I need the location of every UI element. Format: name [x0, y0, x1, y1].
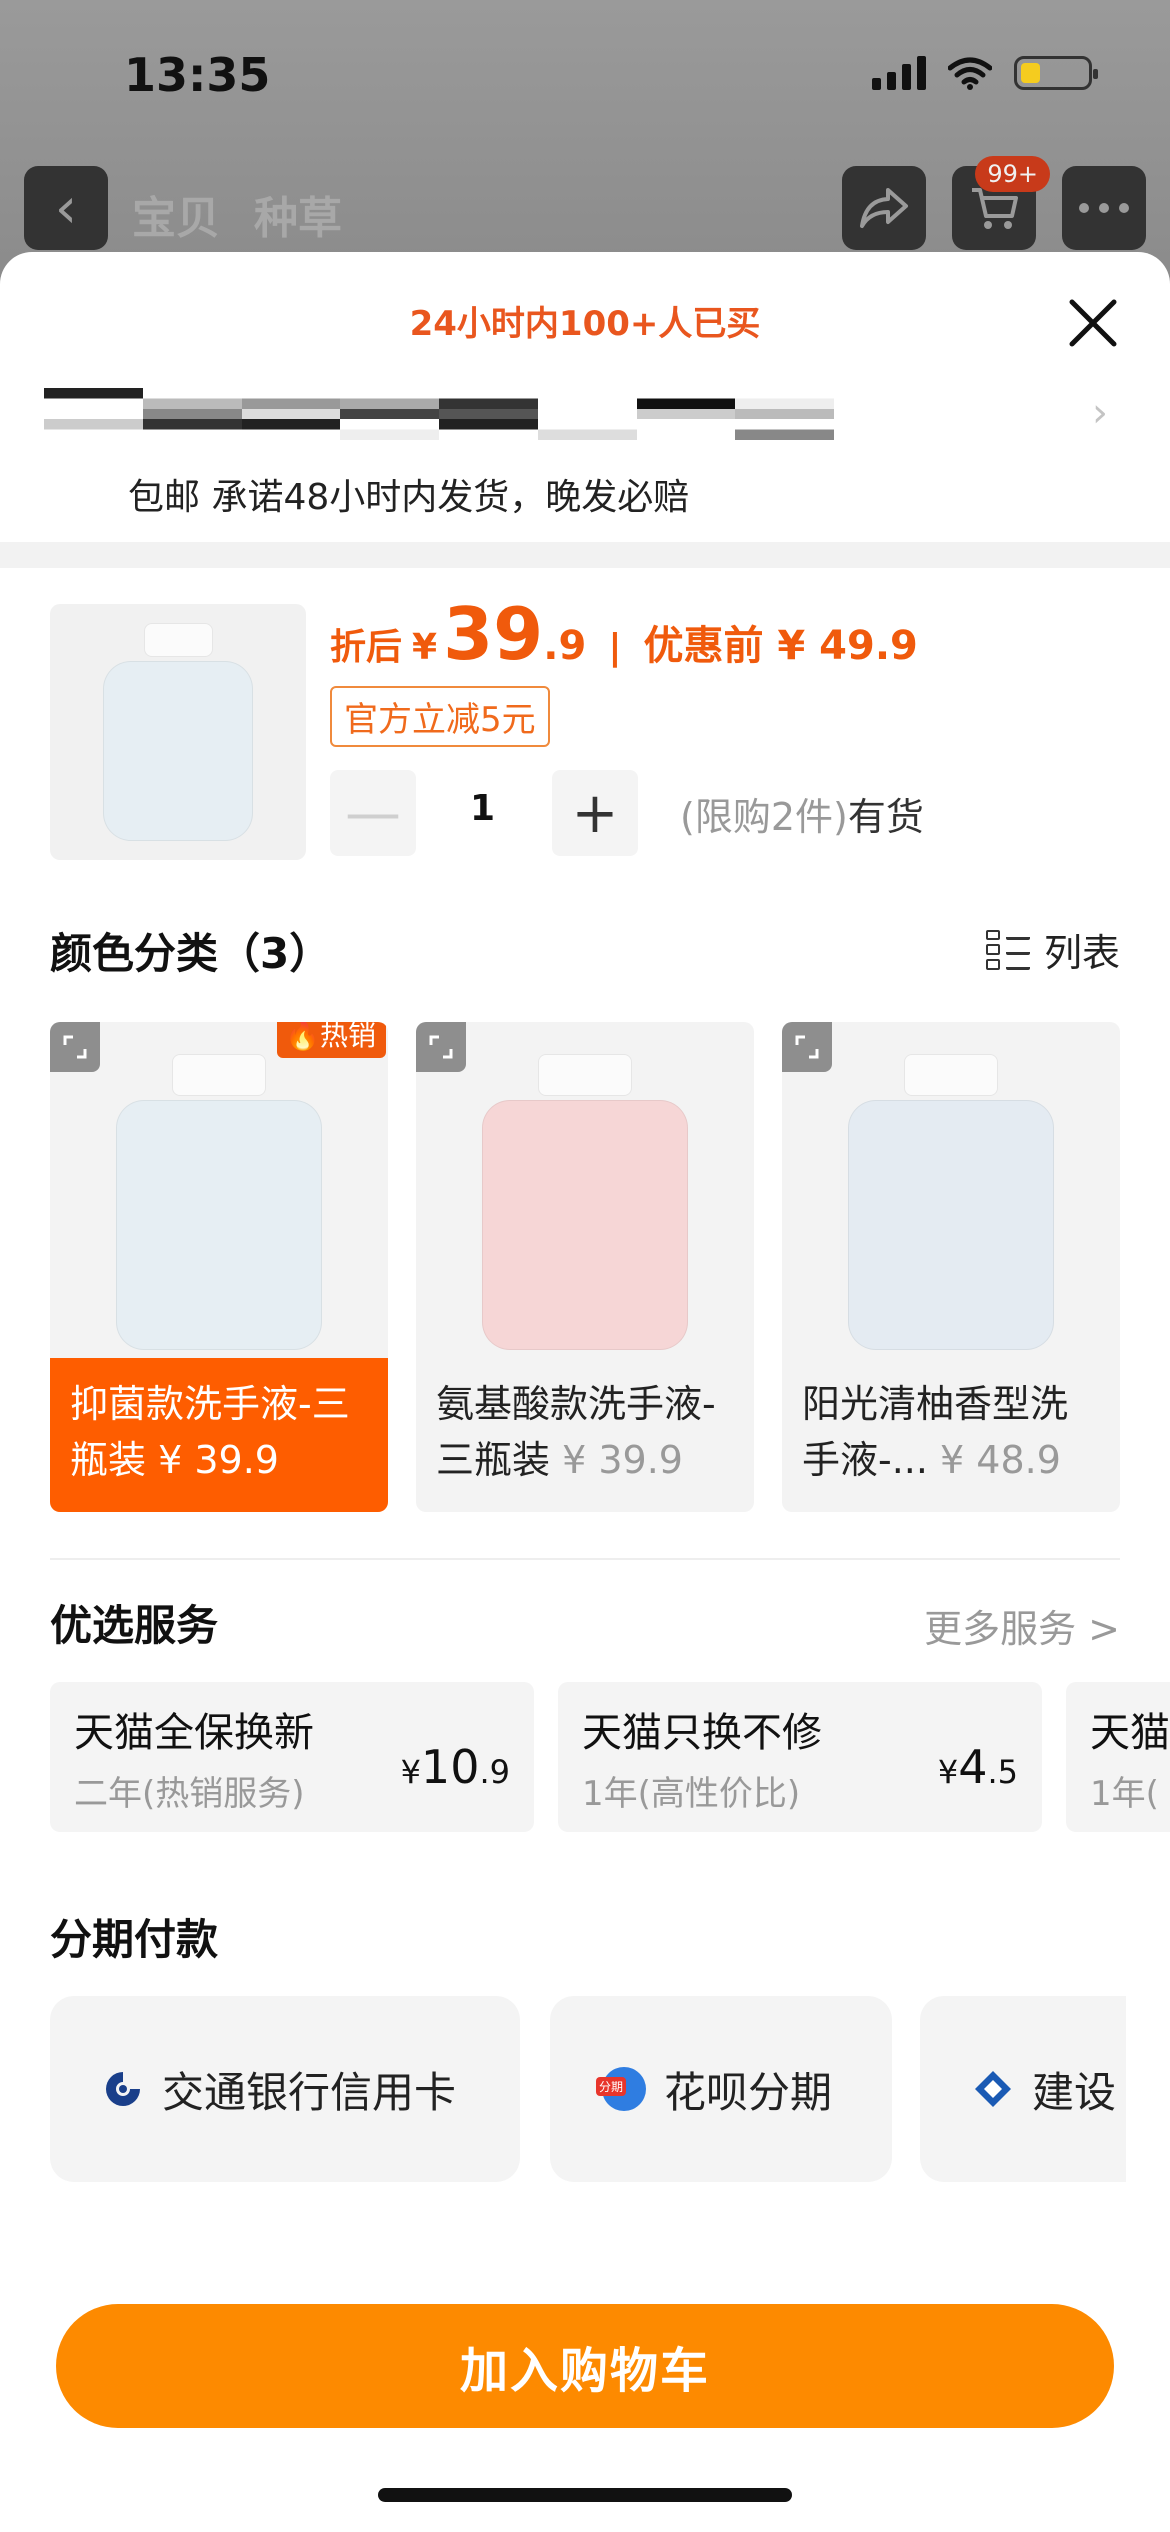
color-option-image	[782, 1022, 1120, 1358]
product-thumbnail[interactable]	[50, 604, 306, 860]
more-services-link[interactable]: 更多服务 >	[924, 1598, 1120, 1653]
nav-tabs: 宝贝 种草	[132, 182, 342, 246]
installment-card-huabei[interactable]: 分期 花呗分期	[550, 1996, 892, 2182]
more-icon	[1079, 203, 1129, 213]
ccb-icon	[972, 2068, 1014, 2110]
purchase-count-headline: 24小时内100+人已买	[409, 304, 761, 344]
color-option-label: 氨基酸款洗手液-三瓶装 ¥ 39.9	[436, 1382, 716, 1482]
qty-minus-button[interactable]: —	[330, 770, 416, 856]
close-button[interactable]	[1058, 288, 1128, 358]
price-line: 折后 ¥ 39 .9 | 优惠前 ¥ 49.9	[330, 592, 918, 676]
close-icon	[1069, 299, 1117, 347]
back-button[interactable]: ‹	[24, 166, 108, 250]
nav-actions: 99+	[842, 156, 1146, 250]
coupon-badge: 官方立减5元	[330, 686, 550, 747]
color-option-card[interactable]: 氨基酸款洗手液-三瓶装 ¥ 39.9	[416, 1022, 754, 1512]
color-option-card[interactable]: 🔥热销 抑菌款洗手液-三瓶装 ¥ 39.9	[50, 1022, 388, 1512]
home-indicator[interactable]	[378, 2488, 792, 2502]
service-price: ¥10.9	[400, 1740, 510, 1794]
service-desc: 1年(	[1090, 1774, 1159, 1814]
status-icons	[872, 56, 1098, 90]
section-divider	[0, 542, 1170, 568]
tab-item[interactable]: 宝贝	[132, 182, 220, 246]
tab-seeding[interactable]: 种草	[254, 182, 342, 246]
price-decimal: .9	[543, 623, 587, 669]
purchase-limit: (限购2件)	[680, 795, 848, 839]
original-price: 优惠前 ¥ 49.9	[643, 623, 918, 669]
stock-status: 有货	[847, 795, 924, 839]
services-title: 优选服务	[50, 1601, 219, 1650]
currency-symbol: ¥	[412, 627, 438, 668]
installment-card-ccb[interactable]: 建设	[920, 1996, 1126, 2182]
divider-line	[50, 1558, 1120, 1560]
color-option-image	[416, 1022, 754, 1358]
list-view-toggle[interactable]: 列表	[985, 922, 1120, 977]
color-option-card[interactable]: 阳光清柚香型洗手液-... ¥ 48.9	[782, 1022, 1120, 1512]
color-option-label: 阳光清柚香型洗手液-... ¥ 48.9	[802, 1382, 1069, 1482]
chevron-right-icon[interactable]: ›	[1092, 390, 1108, 436]
stock-info: (限购2件)有货	[680, 786, 924, 841]
huabei-icon: 分期	[596, 2067, 646, 2111]
share-icon	[860, 188, 908, 228]
shipping-promise: 包邮 承诺48小时内发货，晚发必赔	[128, 477, 690, 518]
sku-sheet: 24小时内100+人已买 › 包邮 承诺48小时内发货，晚发必赔 折后 ¥ 39…	[0, 252, 1170, 2532]
list-icon	[985, 929, 1030, 970]
cart-button[interactable]: 99+	[952, 156, 1050, 250]
zoom-icon[interactable]	[782, 1022, 832, 1072]
qty-plus-button[interactable]: +	[552, 770, 638, 856]
service-price: ¥4.5	[937, 1740, 1018, 1794]
price-integer: 39	[443, 592, 544, 676]
wifi-icon	[948, 57, 992, 90]
service-card[interactable]: 天猫只换不修 1年(高性价比) ¥4.5	[558, 1682, 1042, 1832]
service-name: 天猫	[1090, 1710, 1170, 1756]
zoom-icon[interactable]	[416, 1022, 466, 1072]
signal-icon	[872, 56, 926, 90]
hot-badge: 🔥热销	[277, 1022, 386, 1058]
installment-label: 花呗分期	[664, 2067, 833, 2117]
redacted-banner[interactable]	[44, 388, 834, 440]
color-option-label: 抑菌款洗手液-三瓶装 ¥ 39.9	[50, 1358, 388, 1512]
color-option-image	[50, 1022, 388, 1358]
list-label: 列表	[1043, 931, 1120, 975]
cart-badge: 99+	[975, 156, 1050, 192]
service-card[interactable]: 天猫全保换新 二年(热销服务) ¥10.9	[50, 1682, 534, 1832]
qty-value[interactable]: 1	[470, 788, 495, 829]
share-button[interactable]	[842, 166, 926, 250]
installment-card-bocom[interactable]: 交通银行信用卡	[50, 1996, 520, 2182]
price-separator: |	[608, 627, 622, 668]
more-button[interactable]	[1062, 166, 1146, 250]
add-to-cart-button[interactable]: 加入购物车	[56, 2304, 1114, 2428]
bottle-image	[103, 623, 253, 841]
service-card-partial[interactable]: 天猫 1年(	[1066, 1682, 1170, 1832]
zoom-icon[interactable]	[50, 1022, 100, 1072]
battery-icon	[1014, 56, 1098, 90]
bocom-icon	[102, 2068, 144, 2110]
installment-label: 交通银行信用卡	[162, 2067, 457, 2117]
installment-label: 建设	[1032, 2067, 1117, 2117]
price-label: 折后	[330, 627, 403, 668]
flame-icon: 🔥	[285, 1022, 320, 1052]
color-section-title: 颜色分类（3）	[50, 929, 332, 978]
status-time: 13:35	[124, 48, 271, 102]
installment-title: 分期付款	[50, 1915, 219, 1964]
